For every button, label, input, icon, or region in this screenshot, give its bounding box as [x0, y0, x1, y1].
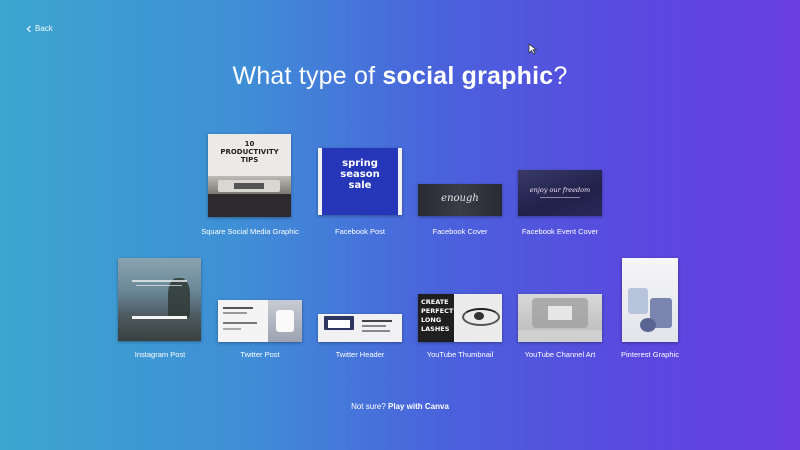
footer-text: Not sure? [351, 402, 388, 411]
thumb-text: enjoy our freedom [529, 186, 591, 194]
thumbnail-pinterest-graphic [622, 258, 678, 342]
play-with-canva-link[interactable]: Play with Canva [388, 402, 449, 411]
thumb-text: enough [441, 193, 479, 204]
thumb-text: 10 PRODUCTIVITY TIPS [220, 140, 279, 164]
page-title: What type of social graphic? [0, 62, 800, 91]
title-emphasis: social graphic [382, 62, 554, 90]
thumbnail-youtube-thumbnail: CREATE PERFECT LONG LASHES [418, 294, 502, 342]
thumbnail-youtube-channel-art [518, 294, 602, 342]
mouse-cursor-icon [528, 43, 538, 55]
thumb-text: CREATE PERFECT LONG LASHES [421, 298, 454, 333]
design-label: Pinterest Graphic [621, 350, 679, 359]
title-suffix: ? [553, 62, 568, 90]
design-label: Square Social Media Graphic [201, 227, 299, 236]
design-label: Facebook Event Cover [521, 227, 599, 236]
thumb-text: spring season sale [340, 158, 380, 191]
title-prefix: What type of [232, 62, 383, 90]
back-button[interactable]: Back [26, 24, 53, 33]
thumbnail-facebook-cover: enough [418, 184, 502, 216]
thumbnail-twitter-header [318, 314, 402, 342]
thumbnail-square-social: 10 PRODUCTIVITY TIPS [208, 134, 291, 217]
footer-prompt: Not sure? Play with Canva [0, 402, 800, 411]
thumbnail-facebook-event-cover: enjoy our freedom [518, 170, 602, 216]
thumbnail-twitter-post [218, 300, 302, 342]
chevron-left-icon [26, 25, 31, 32]
thumbnail-instagram-post [118, 258, 201, 341]
thumbnail-facebook-post: spring season sale [318, 148, 402, 215]
back-label: Back [35, 24, 53, 33]
